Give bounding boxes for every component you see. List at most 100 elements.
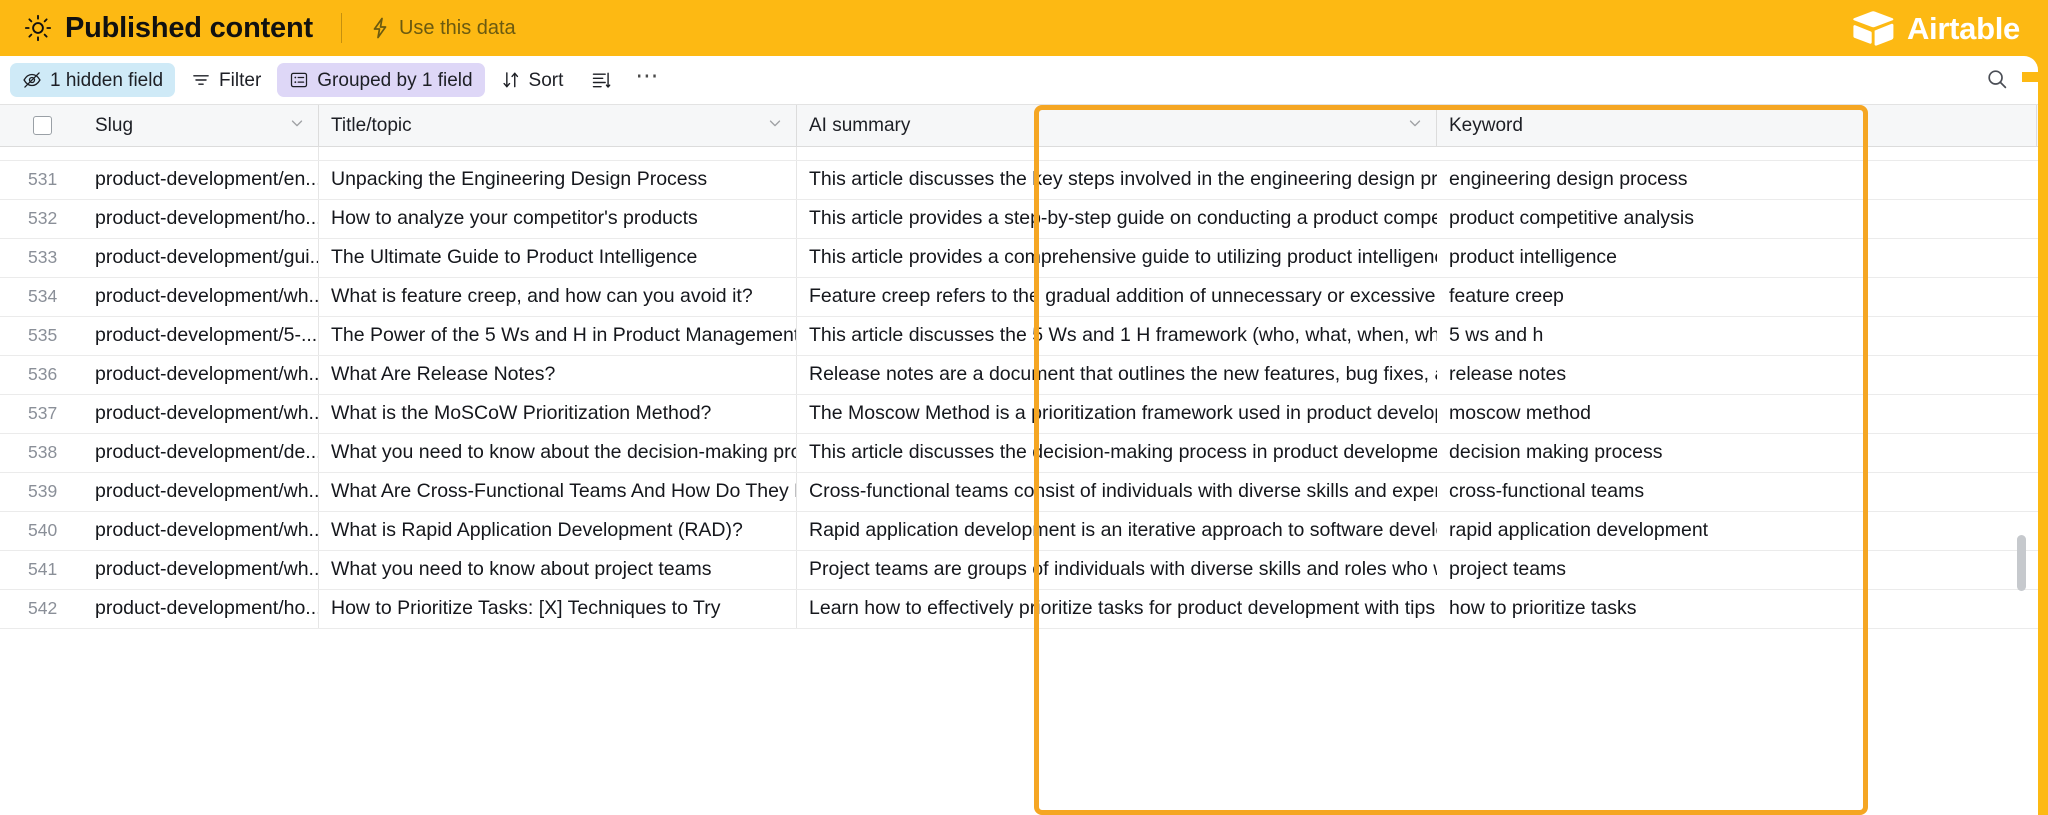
- cell-slug[interactable]: product-development/ho...: [83, 590, 319, 628]
- row-height-button[interactable]: [579, 63, 623, 97]
- cell-ai-summary[interactable]: The Moscow Method is a prioritization fr…: [797, 395, 1437, 433]
- cell-title[interactable]: How to analyze your competitor's product…: [319, 200, 797, 238]
- row-height-icon: [591, 70, 611, 90]
- cell-keyword[interactable]: [1437, 147, 2037, 160]
- cell-slug[interactable]: product-development/gui...: [83, 239, 319, 277]
- column-header-slug[interactable]: Slug: [83, 105, 319, 146]
- cell-slug[interactable]: product-development/wh...: [83, 356, 319, 394]
- cell-title[interactable]: What is the MoSCoW Prioritization Method…: [319, 395, 797, 433]
- cell-slug[interactable]: product-development/en...: [83, 161, 319, 199]
- use-this-data-button[interactable]: Use this data: [370, 17, 516, 39]
- cell-title[interactable]: How to Prioritize Tasks: [X] Techniques …: [319, 590, 797, 628]
- table-row[interactable]: 537 product-development/wh... What is the …: [0, 395, 2038, 434]
- cell-keyword[interactable]: rapid application development: [1437, 512, 2037, 550]
- table-row[interactable]: 531 product-development/en... Unpacking th…: [0, 161, 2038, 200]
- table-row[interactable]: 540 product-development/wh... What is Rapi…: [0, 512, 2038, 551]
- sun-icon: [24, 14, 52, 42]
- records-grid: Slug Title/topic AI summary Keyword 531 …: [0, 105, 2038, 815]
- cell-slug[interactable]: product-development/wh...: [83, 473, 319, 511]
- cell-keyword[interactable]: decision making process: [1437, 434, 2037, 472]
- cell-ai-summary[interactable]: This article discusses the key steps inv…: [797, 161, 1437, 199]
- cell-slug[interactable]: product-development/ho...: [83, 200, 319, 238]
- cell-slug[interactable]: product-development/de...: [83, 434, 319, 472]
- cell-title[interactable]: What Are Release Notes?: [319, 356, 797, 394]
- column-header-ai-summary-label: AI summary: [809, 114, 911, 136]
- row-number: 532: [28, 208, 58, 229]
- column-header-keyword-label: Keyword: [1449, 114, 1523, 136]
- table-row[interactable]: 539 product-development/wh... What Are Cro…: [0, 473, 2038, 512]
- airtable-brand-name: Airtable: [1906, 10, 2020, 46]
- cell-ai-summary[interactable]: Rapid application development is an iter…: [797, 512, 1437, 550]
- cell-title[interactable]: Unpacking the Engineering Design Process: [319, 161, 797, 199]
- chevron-down-icon[interactable]: [288, 114, 306, 138]
- table-row[interactable]: 542 product-development/ho... How to Prior…: [0, 590, 2038, 629]
- use-this-data-label: Use this data: [398, 17, 516, 39]
- filter-icon: [191, 70, 211, 90]
- cell-slug[interactable]: product-development/5-...: [83, 317, 319, 355]
- cell-slug[interactable]: [83, 147, 319, 160]
- chevron-down-icon[interactable]: [766, 114, 784, 138]
- table-row-partial[interactable]: [0, 147, 2038, 161]
- page-title: Published content: [65, 11, 313, 44]
- airtable-logo-icon: [1852, 10, 1896, 46]
- banner-left-group: Published content Use this data: [24, 13, 1852, 43]
- filter-button[interactable]: Filter: [179, 63, 273, 97]
- cell-ai-summary[interactable]: Release notes are a document that outlin…: [797, 356, 1437, 394]
- row-number: 537: [28, 403, 58, 424]
- table-row[interactable]: 534 product-development/wh... What is feat…: [0, 278, 2038, 317]
- cell-ai-summary[interactable]: Learn how to effectively prioritize task…: [797, 590, 1437, 628]
- cell-keyword[interactable]: how to prioritize tasks: [1437, 590, 2037, 628]
- table-row[interactable]: 541 product-development/wh... What you nee…: [0, 551, 2038, 590]
- cell-ai-summary[interactable]: This article discusses the 5 Ws and 1 H …: [797, 317, 1437, 355]
- cell-title[interactable]: What you need to know about project team…: [319, 551, 797, 589]
- page-banner: Published content Use this data Airtable: [0, 0, 2048, 56]
- table-row[interactable]: 533 product-development/gui... The Ultimat…: [0, 239, 2038, 278]
- cell-ai-summary[interactable]: Project teams are groups of individuals …: [797, 551, 1437, 589]
- cell-slug[interactable]: product-development/wh...: [83, 278, 319, 316]
- cell-title[interactable]: What is Rapid Application Development (R…: [319, 512, 797, 550]
- table-row[interactable]: 536 product-development/wh... What Are Rel…: [0, 356, 2038, 395]
- sort-arrows-icon: [501, 70, 521, 90]
- cell-ai-summary[interactable]: This article provides a comprehensive gu…: [797, 239, 1437, 277]
- vertical-scrollbar-thumb[interactable]: [2017, 535, 2026, 591]
- table-row[interactable]: 532 product-development/ho... How to analy…: [0, 200, 2038, 239]
- cell-ai-summary[interactable]: Feature creep refers to the gradual addi…: [797, 278, 1437, 316]
- cell-title[interactable]: What is feature creep, and how can you a…: [319, 278, 797, 316]
- cell-slug[interactable]: product-development/wh...: [83, 551, 319, 589]
- sort-button[interactable]: Sort: [489, 63, 576, 97]
- cell-keyword[interactable]: product intelligence: [1437, 239, 2037, 277]
- cell-ai-summary[interactable]: This article provides a step-by-step gui…: [797, 200, 1437, 238]
- more-options-button[interactable]: ⋯: [627, 62, 667, 97]
- cell-title[interactable]: What Are Cross-Functional Teams And How …: [319, 473, 797, 511]
- cell-keyword[interactable]: release notes: [1437, 356, 2037, 394]
- cell-title[interactable]: What you need to know about the decision…: [319, 434, 797, 472]
- cell-ai-summary[interactable]: Cross-functional teams consist of indivi…: [797, 473, 1437, 511]
- cell-keyword[interactable]: moscow method: [1437, 395, 2037, 433]
- cell-keyword[interactable]: engineering design process: [1437, 161, 2037, 199]
- cell-keyword[interactable]: product competitive analysis: [1437, 200, 2037, 238]
- grid-column-headers: Slug Title/topic AI summary Keyword: [0, 105, 2038, 147]
- group-button[interactable]: Grouped by 1 field: [277, 63, 485, 97]
- cell-title[interactable]: [319, 147, 797, 160]
- cell-title[interactable]: The Ultimate Guide to Product Intelligen…: [319, 239, 797, 277]
- cell-keyword[interactable]: cross-functional teams: [1437, 473, 2037, 511]
- column-header-ai-summary[interactable]: AI summary: [797, 105, 1437, 146]
- hidden-fields-button[interactable]: 1 hidden field: [10, 63, 176, 97]
- table-row[interactable]: 538 product-development/de... What you nee…: [0, 434, 2038, 473]
- column-header-keyword[interactable]: Keyword: [1437, 105, 2037, 146]
- select-all-checkbox[interactable]: [32, 116, 52, 135]
- airtable-brand-logo: Airtable: [1852, 10, 2024, 46]
- cell-keyword[interactable]: feature creep: [1437, 278, 2037, 316]
- cell-ai-summary[interactable]: This article discusses the decision-maki…: [797, 434, 1437, 472]
- cell-keyword[interactable]: 5 ws and h: [1437, 317, 2037, 355]
- column-header-title[interactable]: Title/topic: [319, 105, 797, 146]
- cell-slug[interactable]: product-development/wh...: [83, 512, 319, 550]
- cell-title[interactable]: The Power of the 5 Ws and H in Product M…: [319, 317, 797, 355]
- chevron-down-icon[interactable]: [1406, 114, 1424, 138]
- select-all-header[interactable]: [0, 105, 84, 146]
- search-button[interactable]: [1978, 63, 2016, 97]
- cell-ai-summary[interactable]: [797, 147, 1437, 160]
- cell-keyword[interactable]: project teams: [1437, 551, 2037, 589]
- cell-slug[interactable]: product-development/wh...: [83, 395, 319, 433]
- table-row[interactable]: 535 product-development/5-... The Power of…: [0, 317, 2038, 356]
